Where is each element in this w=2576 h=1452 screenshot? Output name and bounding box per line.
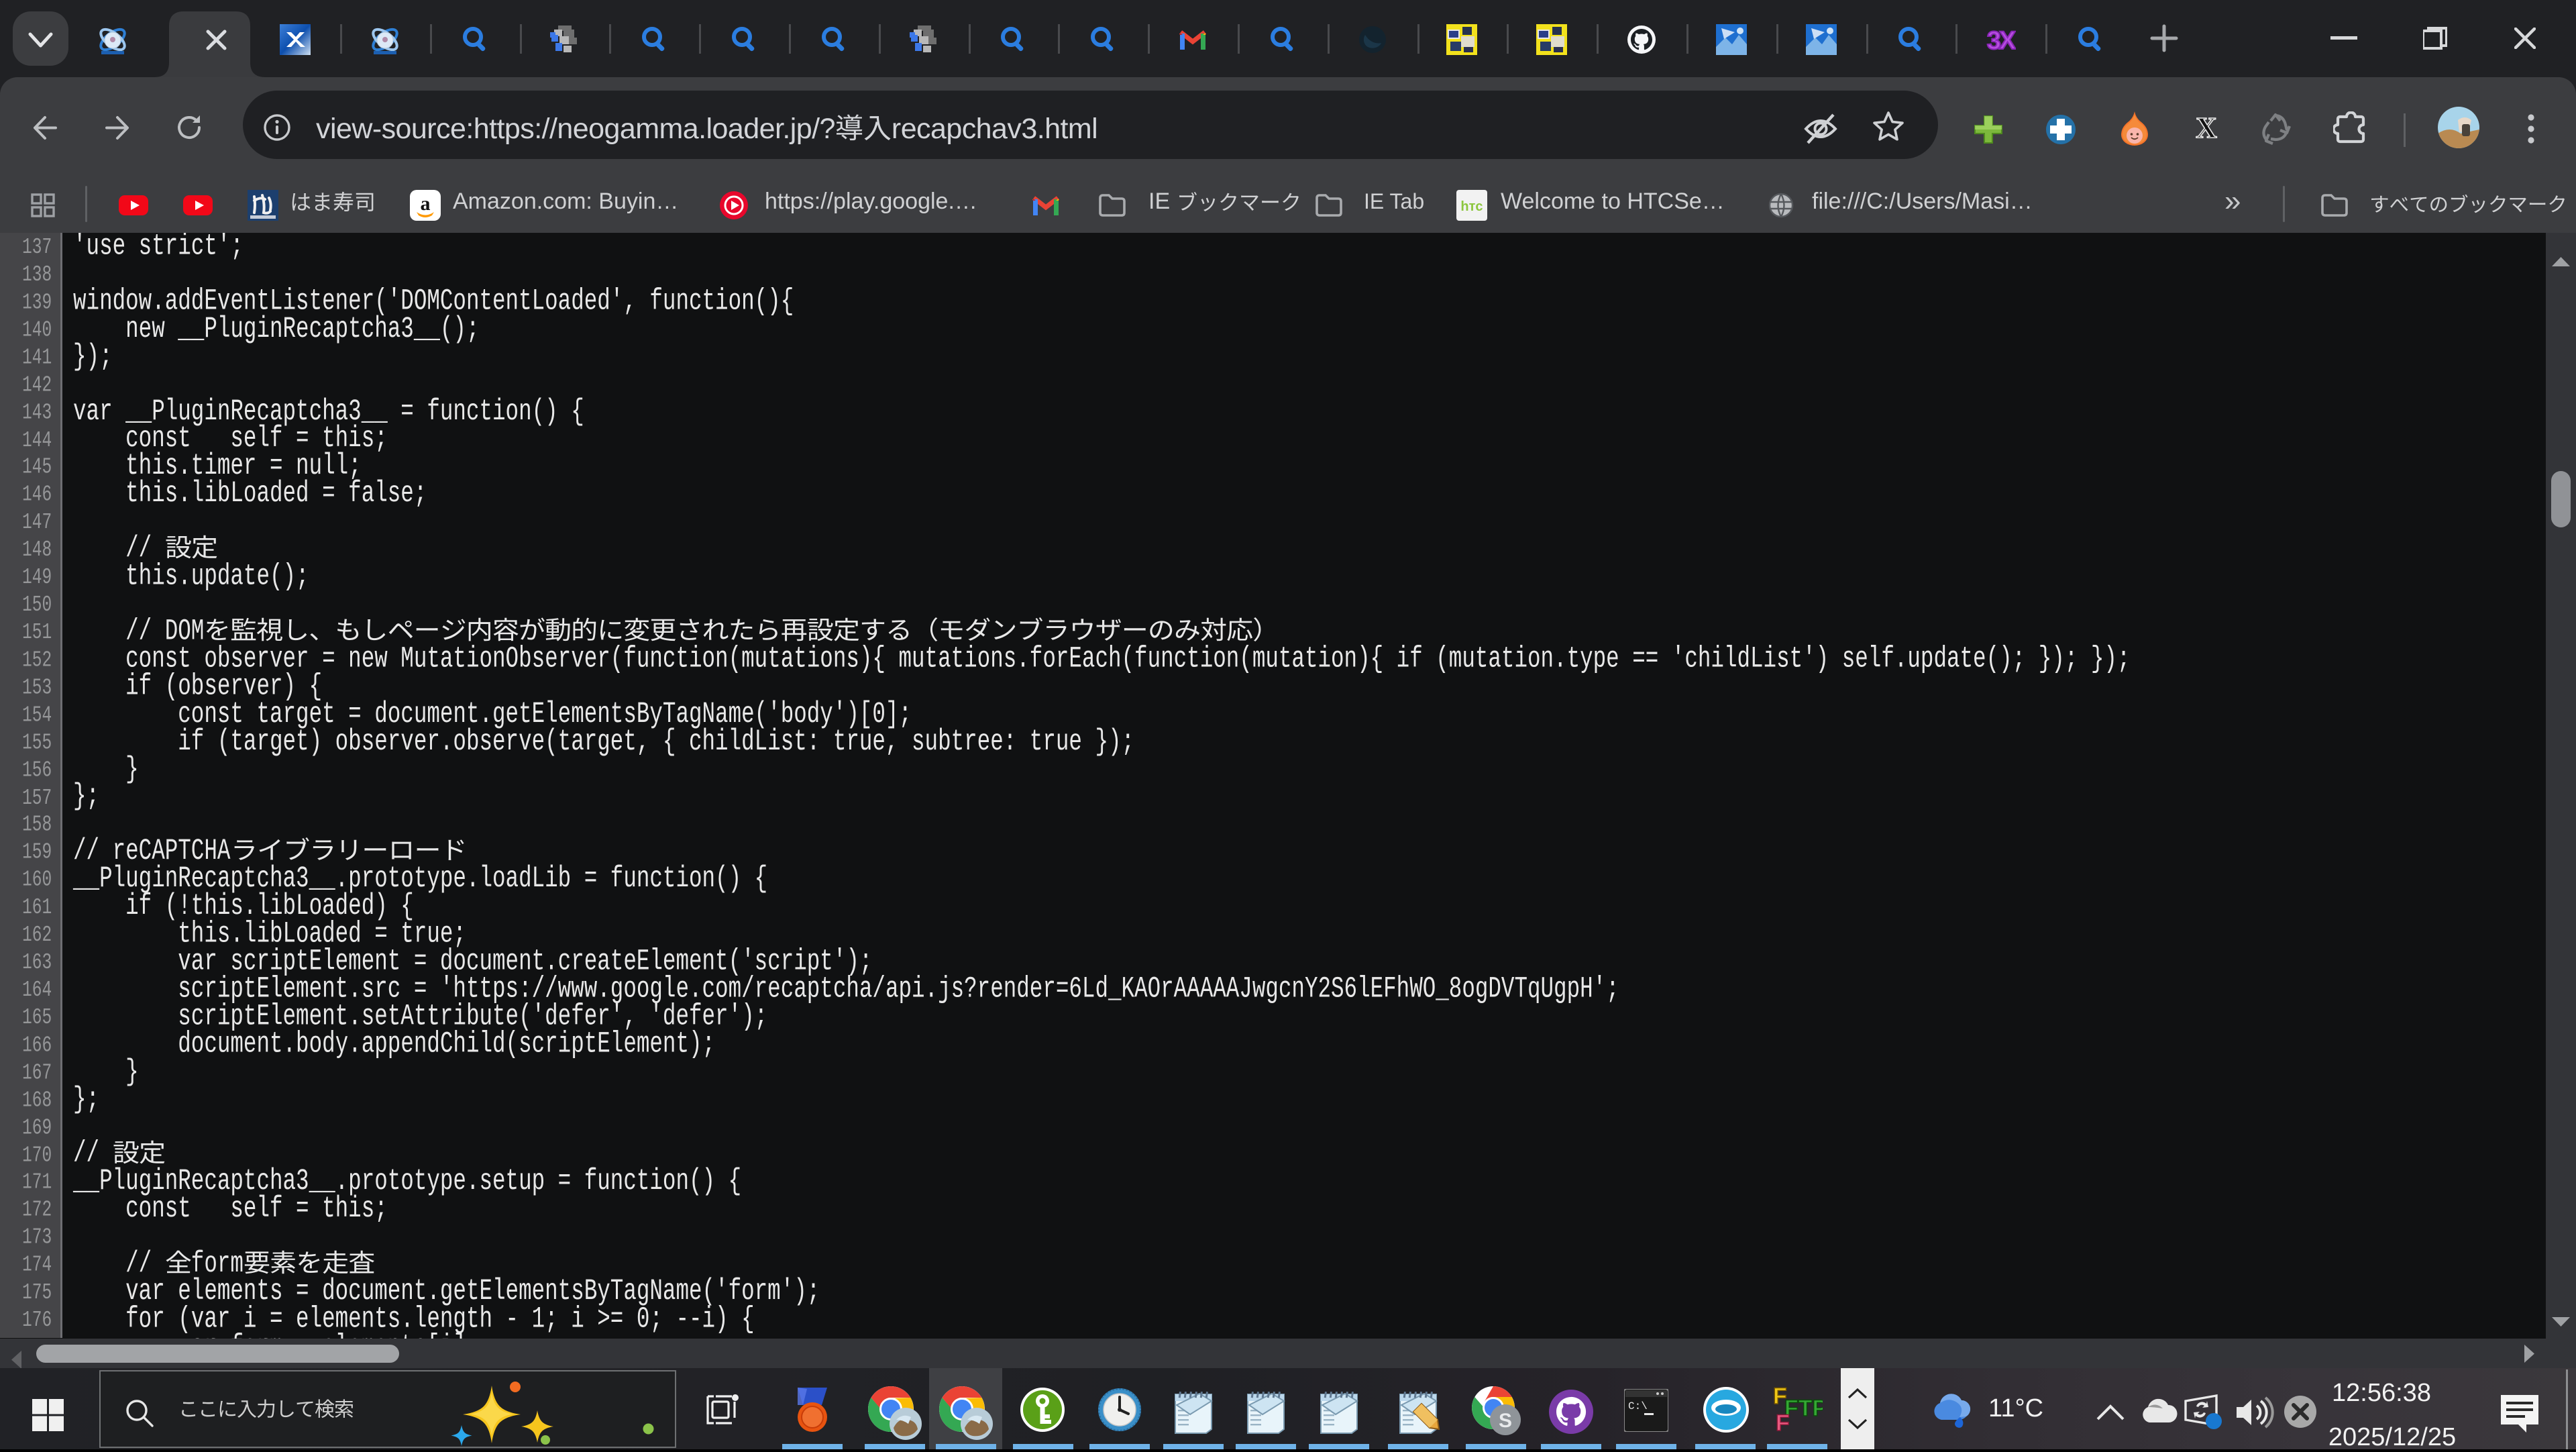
svg-text:F: F bbox=[1776, 1410, 1790, 1435]
svg-text:X: X bbox=[2196, 112, 2217, 144]
svg-text:C:\: C:\ bbox=[1628, 1400, 1648, 1412]
svg-text:3X: 3X bbox=[1987, 27, 2016, 55]
svg-text:FTP: FTP bbox=[1784, 1396, 1823, 1421]
svg-text:a: a bbox=[421, 193, 431, 215]
svg-text:S: S bbox=[1499, 1410, 1512, 1432]
svg-text:hтc: hтc bbox=[1460, 199, 1483, 214]
